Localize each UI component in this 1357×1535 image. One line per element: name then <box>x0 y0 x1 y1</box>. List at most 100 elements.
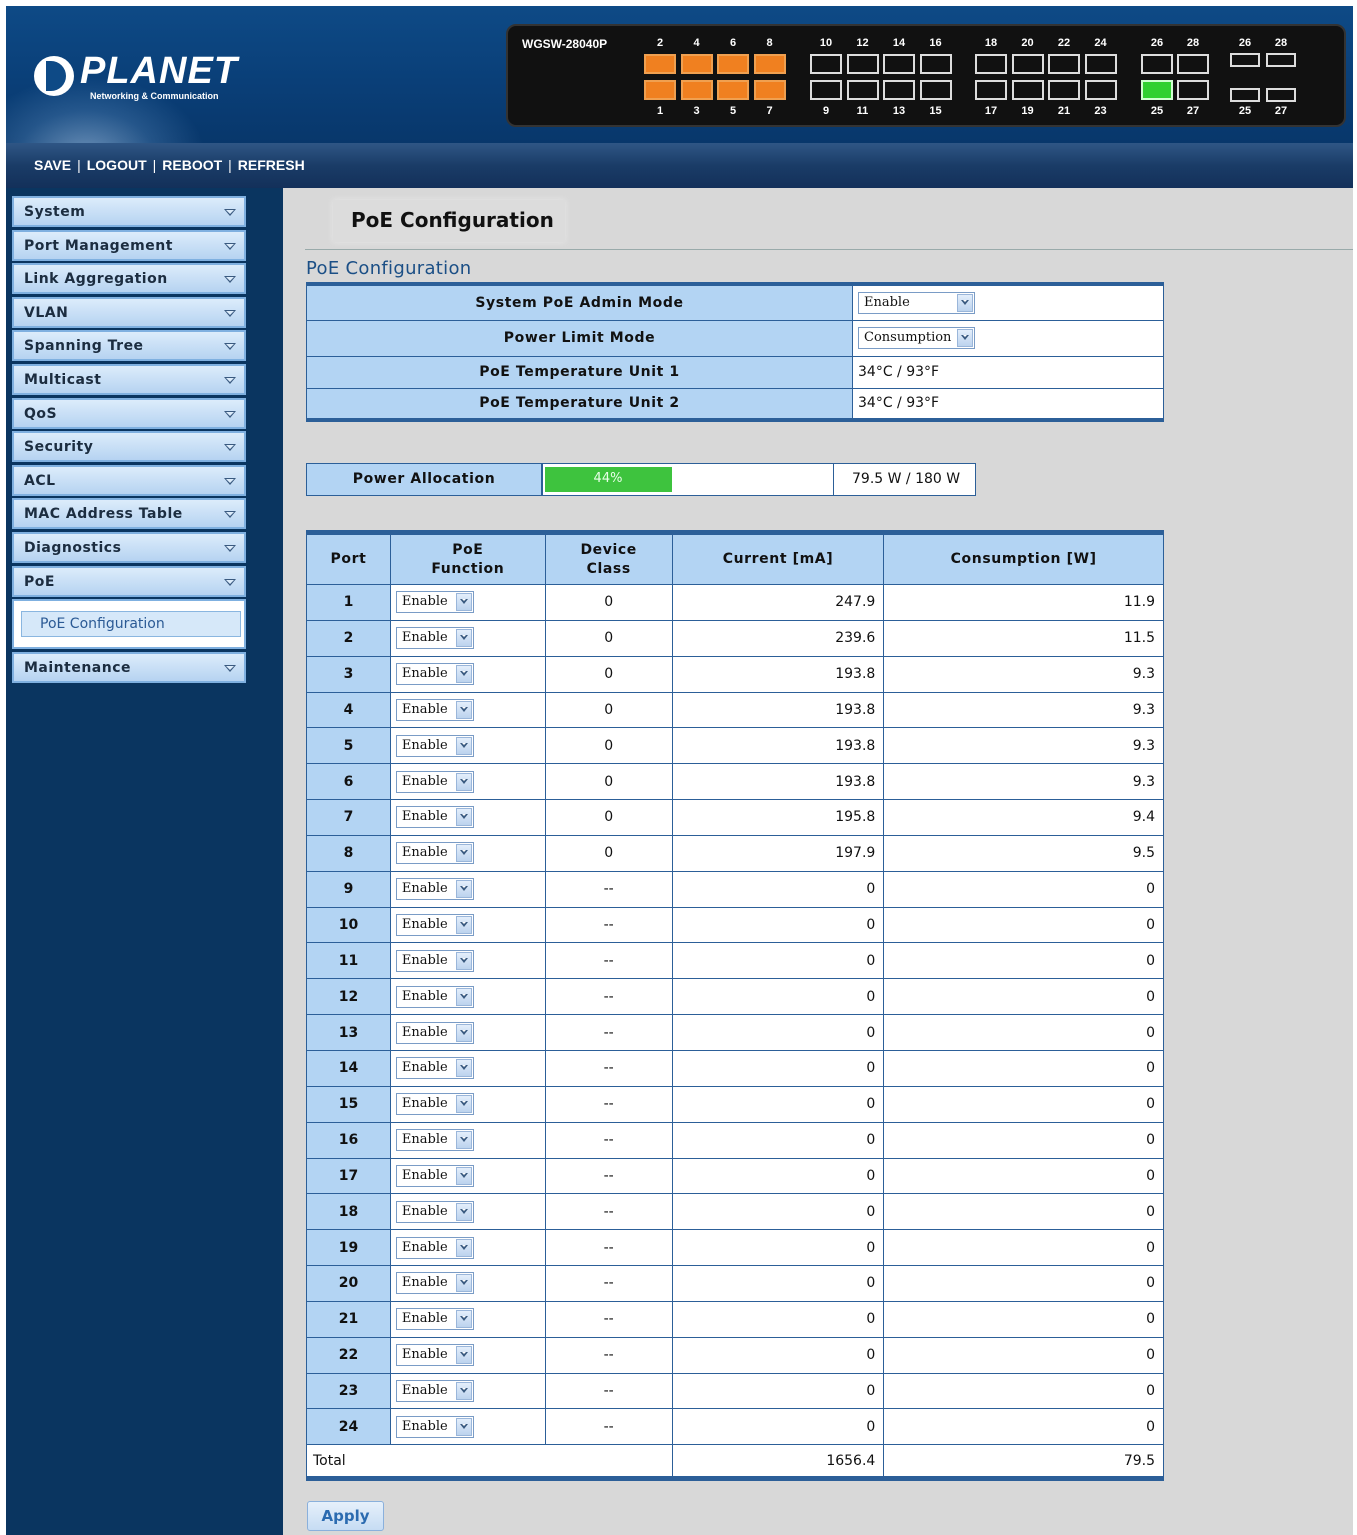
device-class-cell: 0 <box>544 727 673 765</box>
sfp-slot-icon[interactable] <box>1230 53 1260 67</box>
sidebar-item-vlan[interactable]: VLAN <box>12 296 246 328</box>
poe-function-select[interactable]: Enable <box>395 949 474 972</box>
ethernet-port-icon[interactable] <box>644 80 676 100</box>
sidebar-item-label: MAC Address Table <box>24 506 183 523</box>
poe-function-select[interactable]: Enable <box>395 878 474 901</box>
ethernet-port-icon[interactable] <box>883 80 915 100</box>
sidebar-item-diagnostics[interactable]: Diagnostics <box>12 531 246 563</box>
ethernet-port-icon[interactable] <box>644 54 676 74</box>
ethernet-port-icon[interactable] <box>810 80 842 100</box>
current-cell: 0 <box>671 1336 885 1374</box>
ethernet-port-icon[interactable] <box>680 80 713 100</box>
poe-function-value: Enable <box>401 988 448 1004</box>
port-label: 1 <box>656 105 664 117</box>
sidebar-item-qos[interactable]: QoS <box>12 397 246 429</box>
ethernet-port-icon[interactable] <box>975 80 1007 100</box>
ethernet-port-icon[interactable] <box>717 80 749 100</box>
ethernet-port-icon[interactable] <box>1084 54 1117 74</box>
sidebar-item-label: Security <box>24 439 94 456</box>
port-number-cell: 2 <box>306 619 391 657</box>
poe-function-select[interactable]: Enable <box>395 663 474 686</box>
sfp-slot-icon[interactable] <box>1266 53 1296 67</box>
consumption-cell: 0 <box>883 1121 1164 1159</box>
ethernet-port-icon[interactable] <box>810 54 842 74</box>
sfp-label: 26 <box>1238 37 1252 49</box>
sidebar-item-poe[interactable]: PoE <box>12 565 246 597</box>
sidebar-item-mac-address-table[interactable]: MAC Address Table <box>12 498 246 530</box>
ethernet-port-icon[interactable] <box>1177 54 1209 74</box>
poe-function-select[interactable]: Enable <box>395 1344 474 1367</box>
ethernet-port-icon[interactable] <box>717 54 749 74</box>
poe-function-select[interactable]: Enable <box>395 1308 474 1331</box>
poe-function-select[interactable]: Enable <box>395 1093 474 1116</box>
poe-function-select[interactable]: Enable <box>395 1379 474 1402</box>
ethernet-port-icon[interactable] <box>1177 80 1209 100</box>
sidebar-item-link-aggregation[interactable]: Link Aggregation <box>12 263 246 295</box>
save-link[interactable]: SAVE <box>34 157 71 173</box>
poe-function-select[interactable]: Enable <box>395 1200 474 1223</box>
poe-function-cell: Enable <box>389 655 546 693</box>
power-limit-select[interactable]: Consumption <box>858 327 975 349</box>
ethernet-port-icon[interactable] <box>919 54 952 74</box>
sidebar-item-spanning-tree[interactable]: Spanning Tree <box>12 330 246 362</box>
poe-function-select[interactable]: Enable <box>395 842 474 865</box>
sidebar-item-maintenance[interactable]: Maintenance <box>12 651 246 683</box>
chevron-down-icon <box>455 880 472 899</box>
sidebar-subitem-poe-configuration[interactable]: PoE Configuration <box>21 611 241 638</box>
poe-function-select[interactable]: Enable <box>395 1164 474 1187</box>
poe-function-select[interactable]: Enable <box>395 914 474 937</box>
poe-function-select[interactable]: Enable <box>395 1236 474 1259</box>
port-label: 28 <box>1186 37 1200 49</box>
poe-function-select[interactable]: Enable <box>395 1415 474 1438</box>
poe-function-select[interactable]: Enable <box>395 1057 474 1080</box>
poe-function-select[interactable]: Enable <box>395 1272 474 1295</box>
power-allocation-label: Power Allocation <box>306 463 542 496</box>
sidebar-item-port-management[interactable]: Port Management <box>12 229 246 261</box>
chevron-down-icon <box>224 343 236 351</box>
consumption-cell: 11.9 <box>883 584 1164 621</box>
ethernet-port-icon[interactable] <box>1141 80 1173 100</box>
ethernet-port-icon[interactable] <box>1011 80 1044 100</box>
sidebar-item-security[interactable]: Security <box>12 431 246 463</box>
ethernet-port-icon[interactable] <box>753 54 786 74</box>
port-number-cell: 13 <box>306 1014 391 1051</box>
ethernet-port-icon[interactable] <box>975 54 1007 74</box>
poe-function-select[interactable]: Enable <box>395 627 474 650</box>
poe-function-cell: Enable <box>389 942 546 980</box>
poe-function-select[interactable]: Enable <box>395 806 474 829</box>
poe-function-select[interactable]: Enable <box>395 1129 474 1152</box>
sidebar-item-system[interactable]: System <box>12 196 246 227</box>
ethernet-port-icon[interactable] <box>1048 54 1080 74</box>
poe-function-select[interactable]: Enable <box>395 770 474 793</box>
poe-function-select[interactable]: Enable <box>395 985 474 1008</box>
poe-function-select[interactable]: Enable <box>395 1021 474 1044</box>
port-label: 23 <box>1094 105 1107 117</box>
ethernet-port-icon[interactable] <box>1011 54 1044 74</box>
logout-link[interactable]: LOGOUT <box>87 157 147 173</box>
reboot-link[interactable]: REBOOT <box>162 157 222 173</box>
port-number-cell: 6 <box>306 763 391 801</box>
ethernet-port-icon[interactable] <box>883 54 915 74</box>
port-number-cell: 1 <box>306 584 391 621</box>
ethernet-port-icon[interactable] <box>1048 80 1080 100</box>
ethernet-port-icon[interactable] <box>1141 54 1173 74</box>
ethernet-port-icon[interactable] <box>919 80 952 100</box>
poe-function-select[interactable]: Enable <box>395 591 474 614</box>
ethernet-port-icon[interactable] <box>846 80 879 100</box>
apply-button[interactable]: Apply <box>307 1501 384 1531</box>
ethernet-port-icon[interactable] <box>846 54 879 74</box>
sfp-slot-icon[interactable] <box>1266 88 1296 102</box>
section-title: PoE Configuration <box>306 258 472 279</box>
sfp-slot-icon[interactable] <box>1230 88 1260 102</box>
ethernet-port-icon[interactable] <box>1084 80 1117 100</box>
poe-function-select[interactable]: Enable <box>395 734 474 757</box>
poe-function-value: Enable <box>401 1167 448 1183</box>
ethernet-port-icon[interactable] <box>680 54 713 74</box>
admin-mode-select[interactable]: Enable <box>858 291 975 314</box>
sidebar-item-acl[interactable]: ACL <box>12 464 246 496</box>
poe-function-select[interactable]: Enable <box>395 698 474 721</box>
sidebar-item-multicast[interactable]: Multicast <box>12 363 246 395</box>
refresh-link[interactable]: REFRESH <box>238 157 305 173</box>
sfp-label: 27 <box>1274 105 1288 117</box>
ethernet-port-icon[interactable] <box>753 80 786 100</box>
